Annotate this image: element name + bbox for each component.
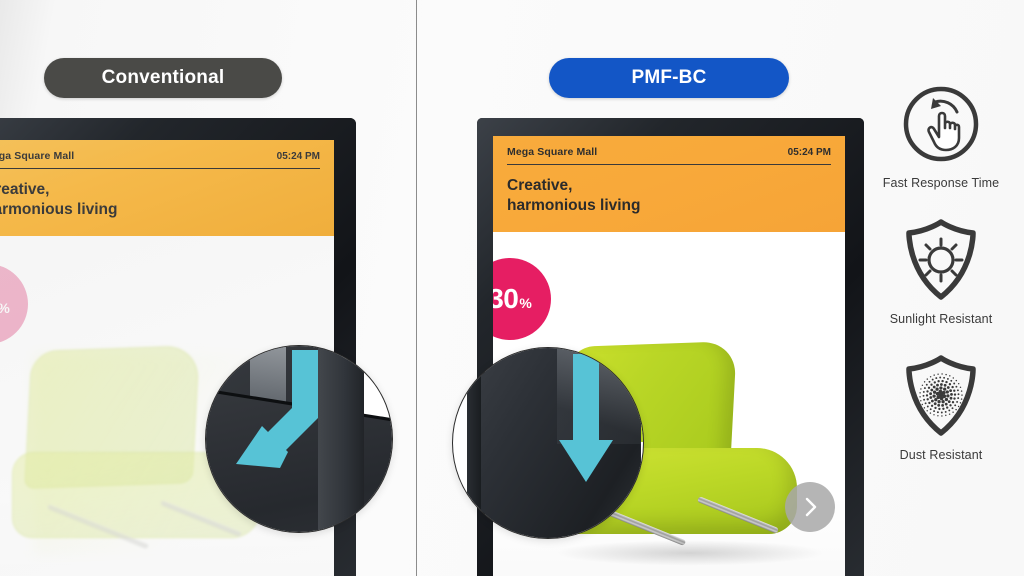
discount-badge-right: 30 %	[493, 257, 551, 340]
comparison-canvas: Conventional Mega Square Mall 05:24 PM C…	[0, 0, 1024, 576]
clock-right: 05:24 PM	[787, 147, 831, 158]
touch-hand-circle-icon	[866, 76, 1016, 172]
panel-divider	[416, 0, 417, 576]
chair-backrest	[24, 344, 200, 489]
badge-conventional: Conventional	[44, 58, 282, 98]
badge-pmf-bc: PMF-BC	[549, 58, 789, 98]
feature-dust-resistant: Dust Resistant	[866, 348, 1016, 462]
feature-label: Fast Response Time	[882, 176, 1000, 190]
screen-header-right: Mega Square Mall 05:24 PM Creative, harm…	[493, 136, 845, 232]
tagline-line-1: Creative,	[507, 177, 573, 194]
chair-shadow	[555, 539, 825, 566]
feature-sunlight-resistant: Sunlight Resistant	[866, 212, 1016, 326]
discount-percent-left: %	[0, 292, 10, 316]
shield-sun-icon	[866, 212, 1016, 308]
feature-fast-response-time: Fast Response Time	[866, 76, 1016, 190]
tagline-line-2: harmonious living	[0, 200, 118, 218]
screen-header-left: Mega Square Mall 05:24 PM Creative, harm…	[0, 140, 334, 236]
tagline-right: Creative, harmonious living	[507, 176, 831, 216]
tagline-left: Creative, harmonious living	[0, 180, 320, 220]
discount-badge-left: 30 %	[0, 263, 28, 344]
feature-label: Sunlight Resistant	[889, 312, 993, 326]
feature-label: Dust Resistant	[899, 448, 983, 462]
clock-left: 05:24 PM	[276, 151, 320, 162]
tagline-line-2: harmonious living	[507, 196, 641, 214]
header-top-row-right: Mega Square Mall 05:24 PM	[507, 146, 831, 165]
callout-arrow-right	[453, 348, 643, 538]
chevron-right-icon[interactable]	[785, 481, 835, 532]
discount-number-right: 30	[493, 282, 519, 314]
callout-arrow-left	[206, 346, 392, 532]
discount-percent-right: %	[519, 294, 532, 311]
mall-name-left: Mega Square Mall	[0, 150, 75, 162]
chair-leg	[46, 503, 150, 549]
header-top-row-left: Mega Square Mall 05:24 PM	[0, 150, 320, 169]
mall-name-right: Mega Square Mall	[507, 146, 598, 158]
magnifier-callout-right	[452, 347, 644, 539]
feature-list: Fast Response Time Sunlight Resistant Du…	[866, 76, 1016, 484]
magnifier-callout-left	[205, 345, 393, 533]
shield-dust-icon	[866, 348, 1016, 444]
tagline-line-1: Creative,	[0, 181, 50, 198]
